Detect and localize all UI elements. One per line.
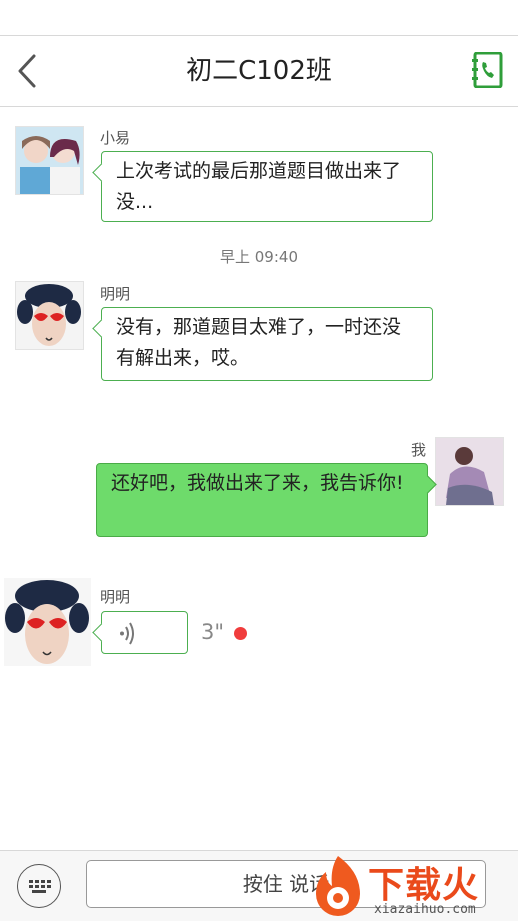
voice-duration: 3" bbox=[201, 620, 225, 644]
message-bubble[interactable]: 上次考试的最后那道题目做出来了没... bbox=[101, 151, 433, 222]
message-text: 上次考试的最后那道题目做出来了没... bbox=[116, 160, 402, 213]
sender-name: 我 bbox=[411, 441, 427, 459]
keyboard-icon bbox=[29, 880, 51, 893]
message-text: 还好吧，我做出来了来，我告诉你! bbox=[111, 472, 404, 494]
contacts-button[interactable] bbox=[472, 51, 504, 89]
unread-dot bbox=[234, 627, 247, 640]
avatar-xiaoyi[interactable] bbox=[15, 126, 84, 195]
flame-logo-icon bbox=[316, 856, 360, 916]
avatar-mingming[interactable] bbox=[15, 281, 84, 350]
keyboard-toggle-button[interactable] bbox=[17, 864, 61, 908]
voice-wave-icon bbox=[120, 622, 134, 645]
avatar-me[interactable] bbox=[435, 437, 504, 506]
my-message-bubble[interactable]: 还好吧，我做出来了来，我告诉你! bbox=[96, 463, 428, 537]
avatar-mingming[interactable] bbox=[4, 578, 91, 666]
sender-name: 明明 bbox=[100, 285, 131, 303]
page-title: 初二C102班 bbox=[186, 56, 332, 86]
watermark-domain: xiazaihuo.com bbox=[374, 902, 476, 917]
avatar-photo bbox=[16, 127, 83, 194]
sender-name: 明明 bbox=[100, 588, 131, 606]
message-text: 没有，那道题目太难了，一时还没有解出来，哎。 bbox=[116, 316, 402, 369]
sender-name: 小易 bbox=[100, 129, 131, 147]
contact-book-phone-icon bbox=[472, 51, 503, 89]
watermark: 下载火 xiazaihuo.com bbox=[306, 852, 518, 920]
avatar-photo bbox=[16, 282, 83, 349]
status-bar bbox=[0, 0, 518, 36]
watermark-brand: 下载火 bbox=[368, 865, 480, 906]
voice-message-bubble[interactable] bbox=[101, 611, 188, 654]
message-timestamp: 早上 09:40 bbox=[220, 248, 298, 266]
avatar-photo bbox=[4, 578, 91, 666]
navigation-bar: 初二C102班 bbox=[0, 36, 518, 107]
message-bubble[interactable]: 没有，那道题目太难了，一时还没有解出来，哎。 bbox=[101, 307, 433, 381]
avatar-photo bbox=[436, 438, 503, 505]
